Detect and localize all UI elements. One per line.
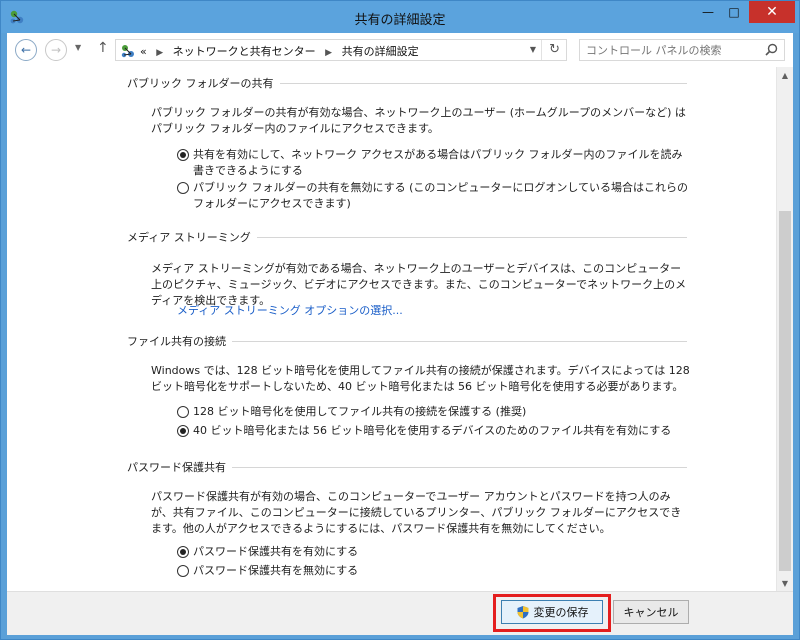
navigation-bar: ← → ▼ ↑ « ▶ ネットワークと共有センター ▶ 共有の詳細設定 ▼ ↻ … <box>7 33 793 67</box>
section-title: パブリック フォルダーの共有 <box>127 75 280 91</box>
close-button[interactable]: ✕ <box>749 1 795 23</box>
breadcrumb-item-advanced-sharing[interactable]: 共有の詳細設定 <box>342 45 419 58</box>
refresh-icon[interactable]: ↻ <box>549 42 560 57</box>
back-button[interactable]: ← <box>15 39 37 61</box>
radio-label[interactable]: パスワード保護共有を有効にする <box>193 544 693 560</box>
save-changes-button[interactable]: 変更の保存 <box>501 600 603 624</box>
section-title: メディア ストリーミング <box>127 229 257 245</box>
breadcrumb-overflow[interactable]: « <box>140 45 147 58</box>
radio-label[interactable]: 共有を有効にして、ネットワーク アクセスがある場合はパブリック フォルダー内のフ… <box>193 147 693 179</box>
section-password-sharing: パスワード保護共有 <box>127 459 687 475</box>
window: 共有の詳細設定 — □ ✕ ← → ▼ ↑ « ▶ ネットワークと共有センター … <box>0 0 800 640</box>
breadcrumb-separator-icon: ▶ <box>156 48 164 58</box>
section-header: パスワード保護共有 <box>127 459 687 475</box>
arrow-right-icon: → <box>50 43 62 57</box>
address-dropdown-icon[interactable]: ▼ <box>530 45 536 54</box>
recent-locations-button[interactable]: ▼ <box>75 43 81 52</box>
radio-button[interactable] <box>177 425 189 437</box>
chevron-down-icon: ▼ <box>75 43 82 52</box>
cancel-button[interactable]: キャンセル <box>613 600 689 624</box>
minimize-button[interactable]: — <box>695 1 721 23</box>
section-header: パブリック フォルダーの共有 <box>127 75 687 91</box>
search-icon[interactable] <box>765 43 778 56</box>
radio-button[interactable] <box>177 149 189 161</box>
address-divider <box>541 40 542 60</box>
section-title: ファイル共有の接続 <box>127 333 232 349</box>
radio-label[interactable]: パスワード保護共有を無効にする <box>193 563 693 579</box>
radio-label[interactable]: 40 ビット暗号化または 56 ビット暗号化を使用するデバイスのためのファイル共… <box>193 423 693 439</box>
section-public-folder: パブリック フォルダーの共有 <box>127 75 687 91</box>
breadcrumb-separator-icon: ▶ <box>325 48 333 58</box>
forward-button[interactable]: → <box>45 39 67 61</box>
media-streaming-options-link[interactable]: メディア ストリーミング オプションの選択... <box>177 302 403 318</box>
scroll-down-icon[interactable]: ▼ <box>777 575 793 591</box>
radio-button[interactable] <box>177 406 189 418</box>
title-bar: 共有の詳細設定 — □ ✕ <box>1 1 799 33</box>
maximize-button[interactable]: □ <box>721 1 747 23</box>
section-title: パスワード保護共有 <box>127 459 232 475</box>
up-button[interactable]: ↑ <box>97 40 109 56</box>
radio-button[interactable] <box>177 182 189 194</box>
footer-bar: 変更の保存 キャンセル <box>7 591 793 635</box>
search-box[interactable] <box>579 39 785 61</box>
file-sharing-description: Windows では、128 ビット暗号化を使用してファイル共有の接続が保護され… <box>151 364 690 393</box>
breadcrumb-item-network-center[interactable]: ネットワークと共有センター <box>173 45 316 58</box>
save-button-label[interactable]: 変更の保存 <box>534 604 589 620</box>
public-folder-description: パブリック フォルダーの共有が有効な場合、ネットワーク上のユーザー (ホームグル… <box>151 106 686 135</box>
section-file-sharing: ファイル共有の接続 <box>127 333 687 349</box>
vertical-scrollbar[interactable]: ▲ ▼ <box>776 67 793 591</box>
window-title: 共有の詳細設定 <box>354 13 446 28</box>
radio-label[interactable]: パブリック フォルダーの共有を無効にする (このコンピューターにログオンしている… <box>193 180 693 212</box>
radio-button[interactable] <box>177 546 189 558</box>
search-input[interactable] <box>580 40 760 60</box>
uac-shield-icon <box>517 606 528 619</box>
breadcrumb: « ▶ ネットワークと共有センター ▶ 共有の詳細設定 <box>140 43 419 59</box>
settings-content: パブリック フォルダーの共有 パブリック フォルダーの共有が有効な場合、ネットワ… <box>7 67 793 591</box>
radio-label[interactable]: 128 ビット暗号化を使用してファイル共有の接続を保護する (推奨) <box>193 404 693 420</box>
scroll-up-icon[interactable]: ▲ <box>777 67 793 83</box>
arrow-left-icon: ← <box>20 43 32 57</box>
radio-button[interactable] <box>177 565 189 577</box>
arrow-up-icon: ↑ <box>97 40 109 56</box>
scroll-thumb[interactable] <box>779 211 791 571</box>
section-header: メディア ストリーミング <box>127 229 687 245</box>
address-bar[interactable]: « ▶ ネットワークと共有センター ▶ 共有の詳細設定 ▼ ↻ <box>115 39 567 61</box>
password-sharing-description: パスワード保護共有が有効の場合、このコンピューターでユーザー アカウントとパスワ… <box>151 490 682 535</box>
section-header: ファイル共有の接続 <box>127 333 687 349</box>
section-media-streaming: メディア ストリーミング <box>127 229 687 245</box>
control-panel-icon <box>121 45 134 58</box>
